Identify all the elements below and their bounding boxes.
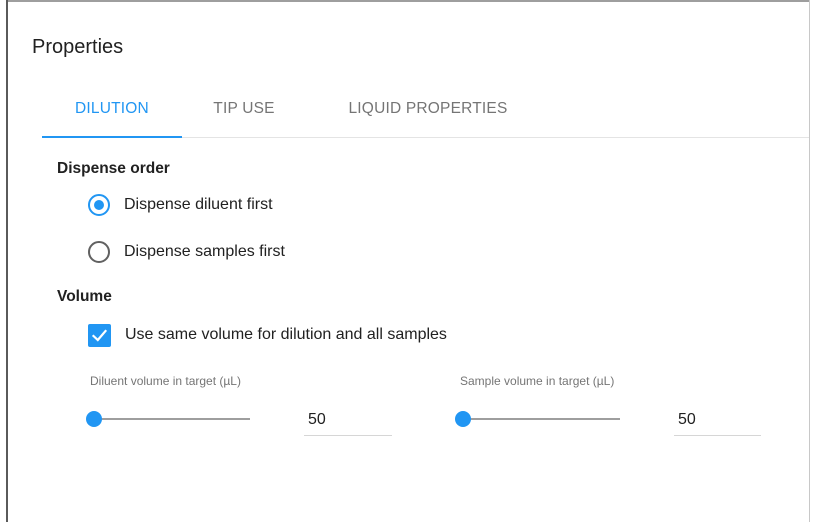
tab-bar: DILUTION TIP USE LIQUID PROPERTIES	[42, 90, 809, 138]
checkmark-icon	[91, 328, 108, 342]
checkbox-label: Use same volume for dilution and all sam…	[125, 326, 447, 343]
radio-unchecked-icon[interactable]	[88, 241, 110, 263]
radio-label: Dispense diluent first	[124, 196, 273, 213]
sample-volume-slider[interactable]	[455, 409, 620, 429]
window-right-border	[809, 0, 813, 522]
diluent-volume-input[interactable]	[304, 404, 392, 436]
slider-track	[94, 418, 250, 420]
active-tab-indicator	[42, 136, 182, 138]
radio-dispense-samples-first[interactable]: Dispense samples first	[88, 239, 285, 265]
tab-liquid-properties[interactable]: LIQUID PROPERTIES	[322, 90, 534, 138]
radio-dot	[94, 200, 104, 210]
checkbox-checked-icon[interactable]	[88, 323, 111, 347]
diluent-volume-slider[interactable]	[86, 409, 250, 429]
radio-label: Dispense samples first	[124, 243, 285, 260]
slider-thumb[interactable]	[455, 411, 471, 427]
diluent-volume-label: Diluent volume in target (µL)	[90, 374, 241, 388]
volume-heading: Volume	[57, 288, 112, 305]
panel-title: Properties	[32, 36, 124, 58]
radio-dispense-diluent-first[interactable]: Dispense diluent first	[88, 192, 273, 218]
window-left-border	[0, 0, 8, 522]
sample-volume-label: Sample volume in target (µL)	[460, 374, 615, 388]
sample-volume-input[interactable]	[674, 404, 761, 436]
slider-thumb[interactable]	[86, 411, 102, 427]
slider-track	[463, 418, 620, 420]
checkbox-same-volume[interactable]: Use same volume for dilution and all sam…	[88, 322, 447, 348]
dispense-order-heading: Dispense order	[57, 160, 170, 177]
tab-dilution[interactable]: DILUTION	[42, 90, 182, 138]
tab-tip-use[interactable]: TIP USE	[182, 90, 306, 138]
properties-panel: Properties DILUTION TIP USE LIQUID PROPE…	[10, 2, 809, 522]
radio-checked-icon[interactable]	[88, 194, 110, 216]
